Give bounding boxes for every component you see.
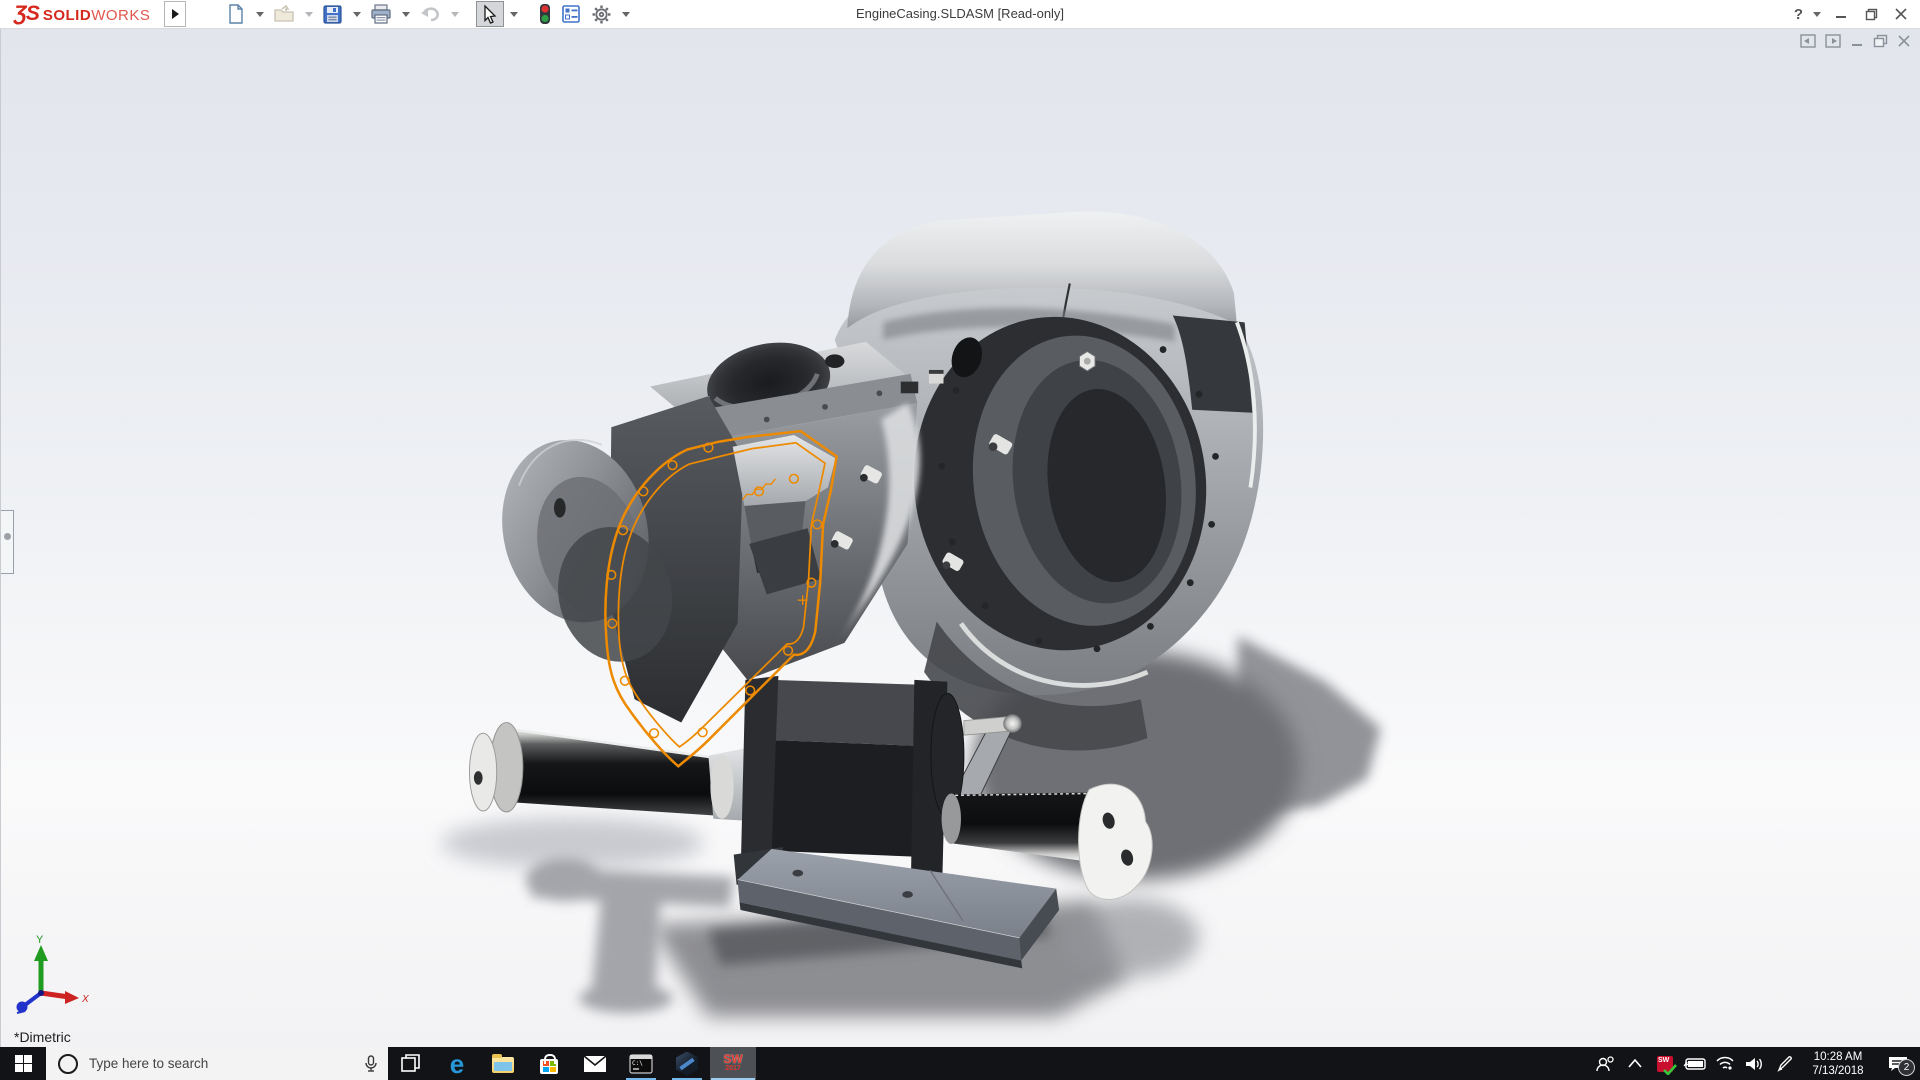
print-button[interactable]	[366, 1, 396, 27]
command-prompt-button[interactable]: C:\	[618, 1047, 664, 1080]
print-dropdown[interactable]	[402, 11, 411, 17]
system-tray: SW 10:28 AM 7/13/2018 2	[1590, 1047, 1920, 1080]
new-dropdown[interactable]	[256, 11, 265, 17]
search-input[interactable]	[87, 1055, 364, 1072]
select-dropdown[interactable]	[510, 11, 519, 17]
tray-date: 7/13/2018	[1812, 1064, 1864, 1077]
help-button[interactable]: ?	[1792, 6, 1805, 23]
doc-minimize-icon[interactable]	[1850, 34, 1864, 48]
options-dropdown[interactable]	[622, 11, 631, 17]
logo-glyph: ƷS	[14, 2, 40, 25]
windows-taskbar: e C:\ SW 2017	[0, 1047, 1920, 1080]
doc-close-icon[interactable]	[1897, 34, 1911, 48]
solidworks-logo: ƷS SOLID WORKS	[14, 2, 151, 25]
wifi-icon	[1716, 1056, 1734, 1070]
microphone-icon[interactable]	[364, 1054, 378, 1073]
file-explorer-icon	[492, 1054, 514, 1073]
new-button[interactable]	[222, 1, 250, 27]
title-bar: ƷS SOLID WORKS EngineCasing.SLDASM [Read…	[0, 0, 1920, 29]
printer-icon	[371, 4, 391, 24]
battery-button[interactable]	[1680, 1047, 1710, 1080]
gear-icon	[592, 5, 611, 23]
undo-button[interactable]	[415, 1, 445, 27]
edrawings-icon	[676, 1051, 698, 1076]
task-view-icon	[401, 1053, 420, 1072]
doc-restore-icon[interactable]	[1873, 34, 1888, 48]
save-dropdown[interactable]	[353, 11, 362, 17]
solidworks-tray-icon: SW	[1657, 1055, 1677, 1075]
rebuild-button[interactable]	[535, 1, 555, 27]
save-button[interactable]	[318, 1, 347, 27]
options-button[interactable]	[587, 1, 616, 27]
feature-tree-collapsed-tab[interactable]	[1, 510, 14, 574]
y-axis-label: Y	[36, 934, 44, 946]
hex-bolt	[1079, 350, 1096, 372]
solidworks-2017-icon: SW 2017	[723, 1051, 743, 1072]
action-center-button[interactable]: 2	[1876, 1047, 1920, 1080]
restore-button[interactable]	[1858, 3, 1884, 25]
open-folder-icon	[274, 4, 295, 22]
edrawings-button[interactable]	[664, 1047, 710, 1080]
collapse-right-pane-icon[interactable]	[1825, 34, 1841, 48]
traffic-light-icon	[540, 4, 551, 24]
save-floppy-icon	[323, 4, 342, 24]
command-prompt-icon: C:\	[629, 1053, 653, 1074]
restore-icon	[1865, 8, 1877, 20]
graphics-area[interactable]: Y X *Dimetric	[0, 29, 1920, 1047]
task-view-button[interactable]	[388, 1047, 434, 1080]
microsoft-store-icon	[540, 1053, 558, 1074]
close-button[interactable]	[1888, 3, 1914, 25]
start-button[interactable]	[0, 1047, 46, 1080]
left-shaft-part[interactable]	[468, 722, 761, 822]
taskbar-search[interactable]	[46, 1047, 388, 1080]
tab-grip-icon	[3, 533, 11, 540]
windows-logo-icon	[14, 1055, 32, 1072]
open-dropdown[interactable]	[305, 11, 314, 17]
document-window-controls	[1800, 34, 1911, 48]
file-explorer-button[interactable]	[480, 1047, 526, 1080]
volume-button[interactable]	[1740, 1047, 1770, 1080]
view-orientation-label: *Dimetric	[14, 1029, 71, 1045]
solidworks-taskbar-button[interactable]: SW 2017	[710, 1047, 756, 1080]
open-button[interactable]	[269, 1, 299, 27]
solidworks-tray-button[interactable]: SW	[1650, 1047, 1680, 1080]
help-dropdown[interactable]	[1813, 11, 1821, 17]
cursor-arrow-icon	[484, 4, 497, 24]
x-axis-label: X	[81, 994, 89, 1005]
svg-text:C:\: C:\	[632, 1060, 643, 1067]
edge-icon: e	[449, 1048, 465, 1079]
clock[interactable]: 10:28 AM 7/13/2018	[1800, 1047, 1876, 1080]
reference-triad: Y X	[16, 934, 89, 1014]
flyout-arrow-icon	[171, 9, 179, 19]
chevron-up-icon	[1628, 1059, 1642, 1068]
collapse-left-pane-icon[interactable]	[1800, 34, 1816, 48]
tray-time: 10:28 AM	[1813, 1050, 1863, 1063]
cortana-icon	[58, 1053, 78, 1074]
edge-button[interactable]: e	[434, 1047, 480, 1080]
menu-flyout-button[interactable]	[164, 1, 187, 27]
undo-arrow-icon	[421, 7, 440, 22]
mail-button[interactable]	[572, 1047, 618, 1080]
pen-button[interactable]	[1770, 1047, 1800, 1080]
close-icon	[1895, 8, 1907, 20]
properties-list-icon	[562, 5, 581, 23]
network-button[interactable]	[1710, 1047, 1740, 1080]
select-button[interactable]	[476, 1, 505, 27]
minimize-icon	[1836, 16, 1846, 18]
people-icon	[1596, 1055, 1614, 1071]
model-canvas[interactable]	[1, 29, 1920, 1047]
file-properties-button[interactable]	[557, 1, 585, 27]
volume-icon	[1746, 1057, 1762, 1070]
hidden-icons-button[interactable]	[1620, 1047, 1650, 1080]
mail-icon	[583, 1054, 607, 1072]
pen-icon	[1777, 1055, 1792, 1072]
people-button[interactable]	[1590, 1047, 1620, 1080]
battery-icon	[1683, 1057, 1706, 1070]
new-document-icon	[229, 4, 244, 24]
minimize-button[interactable]	[1828, 3, 1854, 25]
notification-badge: 2	[1898, 1059, 1915, 1076]
quick-access-toolbar	[222, 1, 633, 27]
microsoft-store-button[interactable]	[526, 1047, 572, 1080]
undo-dropdown[interactable]	[451, 11, 460, 17]
